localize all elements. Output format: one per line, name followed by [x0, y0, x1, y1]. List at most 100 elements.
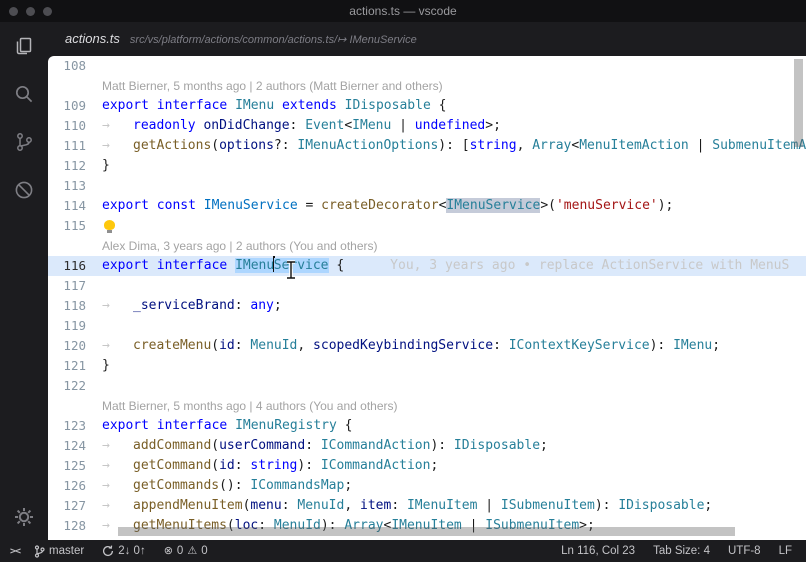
- code-row[interactable]: 111→getActions(options?: IMenuActionOpti…: [48, 136, 806, 156]
- minimize-button[interactable]: [26, 7, 35, 16]
- code-row[interactable]: 127→appendMenuItem(menu: MenuId, item: I…: [48, 496, 806, 516]
- line-number[interactable]: 109: [48, 96, 102, 116]
- maximize-button[interactable]: [43, 7, 52, 16]
- line-number[interactable]: 119: [48, 316, 102, 336]
- horizontal-scrollbar[interactable]: [118, 527, 735, 536]
- settings-button[interactable]: [0, 494, 48, 540]
- code-content: [102, 176, 806, 196]
- error-count: 0: [177, 545, 183, 557]
- code-row[interactable]: 121}: [48, 356, 806, 376]
- code-content: export interface IMenuRegistry {: [102, 416, 806, 436]
- vertical-scrollbar[interactable]: [794, 59, 803, 147]
- code-row[interactable]: 118→_serviceBrand: any;: [48, 296, 806, 316]
- code-row[interactable]: 110→readonly onDidChange: Event<IMenu | …: [48, 116, 806, 136]
- cursor-position[interactable]: Ln 116, Col 23: [561, 545, 635, 557]
- line-number[interactable]: 110: [48, 116, 102, 136]
- line-number[interactable]: 126: [48, 476, 102, 496]
- code-row[interactable]: 115: [48, 216, 806, 236]
- sync-count: 2↓ 0↑: [118, 545, 146, 557]
- warning-icon: ⚠: [187, 546, 197, 557]
- code-row[interactable]: 109export interface IMenu extends IDispo…: [48, 96, 806, 116]
- blame-row[interactable]: Alex Dima, 3 years ago | 2 authors (You …: [48, 236, 806, 256]
- sync-icon: [102, 545, 114, 557]
- blame-annotation: Alex Dima, 3 years ago | 2 authors (You …: [102, 236, 806, 256]
- editor-header: actions.ts src/vs/platform/actions/commo…: [48, 22, 806, 56]
- code-content: [102, 216, 806, 236]
- code-row[interactable]: 122: [48, 376, 806, 396]
- explorer-button[interactable]: [0, 22, 48, 70]
- breadcrumb-symbol: IMenuService: [349, 34, 416, 46]
- code-row[interactable]: 108: [48, 56, 806, 76]
- tab-filename[interactable]: actions.ts: [65, 31, 120, 46]
- code-row[interactable]: 124→addCommand(userCommand: ICommandActi…: [48, 436, 806, 456]
- code-content: [102, 376, 806, 396]
- code-row[interactable]: 123export interface IMenuRegistry {: [48, 416, 806, 436]
- line-number[interactable]: 115: [48, 216, 102, 236]
- indentation-setting[interactable]: Tab Size: 4: [653, 545, 710, 557]
- line-number[interactable]: 127: [48, 496, 102, 516]
- code-content: }: [102, 156, 806, 176]
- line-number[interactable]: 123: [48, 416, 102, 436]
- code-row[interactable]: 126→getCommands(): ICommandsMap;: [48, 476, 806, 496]
- line-number[interactable]: 113: [48, 176, 102, 196]
- code-content: [102, 56, 806, 76]
- remote-indicator[interactable]: ><: [10, 546, 20, 557]
- blame-ghost-annotation: You, 3 years ago • replace ActionService…: [390, 258, 789, 273]
- code-row[interactable]: 116export interface IMenuService {You, 3…: [48, 256, 806, 276]
- close-button[interactable]: [9, 7, 18, 16]
- code-row[interactable]: 114export const IMenuService = createDec…: [48, 196, 806, 216]
- line-number: [48, 236, 102, 256]
- blame-row[interactable]: Matt Bierner, 5 months ago | 2 authors (…: [48, 76, 806, 96]
- code-row[interactable]: 119: [48, 316, 806, 336]
- activity-bar: [0, 22, 48, 540]
- search-button[interactable]: [0, 70, 48, 118]
- code-editor[interactable]: 108Matt Bierner, 5 months ago | 2 author…: [48, 56, 806, 540]
- circle-slash-icon: [13, 179, 35, 201]
- code-content: →readonly onDidChange: Event<IMenu | und…: [102, 116, 806, 136]
- problems-indicator[interactable]: ⊗ 0 ⚠ 0: [164, 545, 208, 557]
- code-content: →getCommands(): ICommandsMap;: [102, 476, 806, 496]
- line-number[interactable]: 118: [48, 296, 102, 316]
- sync-indicator[interactable]: 2↓ 0↑: [102, 545, 146, 557]
- encoding-setting[interactable]: UTF-8: [728, 545, 761, 557]
- line-number[interactable]: 128: [48, 516, 102, 536]
- code-row[interactable]: 117: [48, 276, 806, 296]
- blame-row[interactable]: Matt Bierner, 5 months ago | 4 authors (…: [48, 396, 806, 416]
- status-bar: >< master 2↓ 0↑ ⊗ 0 ⚠ 0 Ln 116, Col 23 T…: [0, 540, 806, 562]
- gear-icon: [13, 506, 35, 528]
- git-branch-indicator[interactable]: master: [34, 545, 84, 558]
- lightbulb-icon[interactable]: [104, 220, 115, 230]
- titlebar: actions.ts — vscode: [0, 0, 806, 22]
- line-number[interactable]: 111: [48, 136, 102, 156]
- line-number[interactable]: 122: [48, 376, 102, 396]
- code-content: export interface IMenu extends IDisposab…: [102, 96, 806, 116]
- code-content: }: [102, 356, 806, 376]
- line-number[interactable]: 120: [48, 336, 102, 356]
- git-branch-icon: [13, 131, 35, 153]
- files-icon: [13, 35, 35, 57]
- line-number[interactable]: 116: [48, 256, 102, 276]
- code-row[interactable]: 113: [48, 176, 806, 196]
- line-number[interactable]: 117: [48, 276, 102, 296]
- breadcrumb-path: src/vs/platform/actions/common/actions.t…: [130, 34, 337, 46]
- code-content: →getActions(options?: IMenuActionOptions…: [102, 136, 806, 156]
- line-number: [48, 76, 102, 96]
- line-number[interactable]: 112: [48, 156, 102, 176]
- line-number[interactable]: 125: [48, 456, 102, 476]
- source-control-button[interactable]: [0, 118, 48, 166]
- breadcrumb[interactable]: src/vs/platform/actions/common/actions.t…: [130, 33, 417, 46]
- line-number[interactable]: 121: [48, 356, 102, 376]
- code-content: →_serviceBrand: any;: [102, 296, 806, 316]
- search-icon: [13, 83, 35, 105]
- code-row[interactable]: 112}: [48, 156, 806, 176]
- debug-button[interactable]: [0, 166, 48, 214]
- line-number[interactable]: 108: [48, 56, 102, 76]
- code-lines: 108Matt Bierner, 5 months ago | 2 author…: [48, 56, 806, 540]
- line-number[interactable]: 114: [48, 196, 102, 216]
- code-row[interactable]: 120→createMenu(id: MenuId, scopedKeybind…: [48, 336, 806, 356]
- vscode-window: actions.ts — vscode: [0, 0, 806, 562]
- line-number[interactable]: 124: [48, 436, 102, 456]
- code-row[interactable]: 125→getCommand(id: string): ICommandActi…: [48, 456, 806, 476]
- eol-setting[interactable]: LF: [779, 545, 792, 557]
- branch-name: master: [49, 545, 84, 557]
